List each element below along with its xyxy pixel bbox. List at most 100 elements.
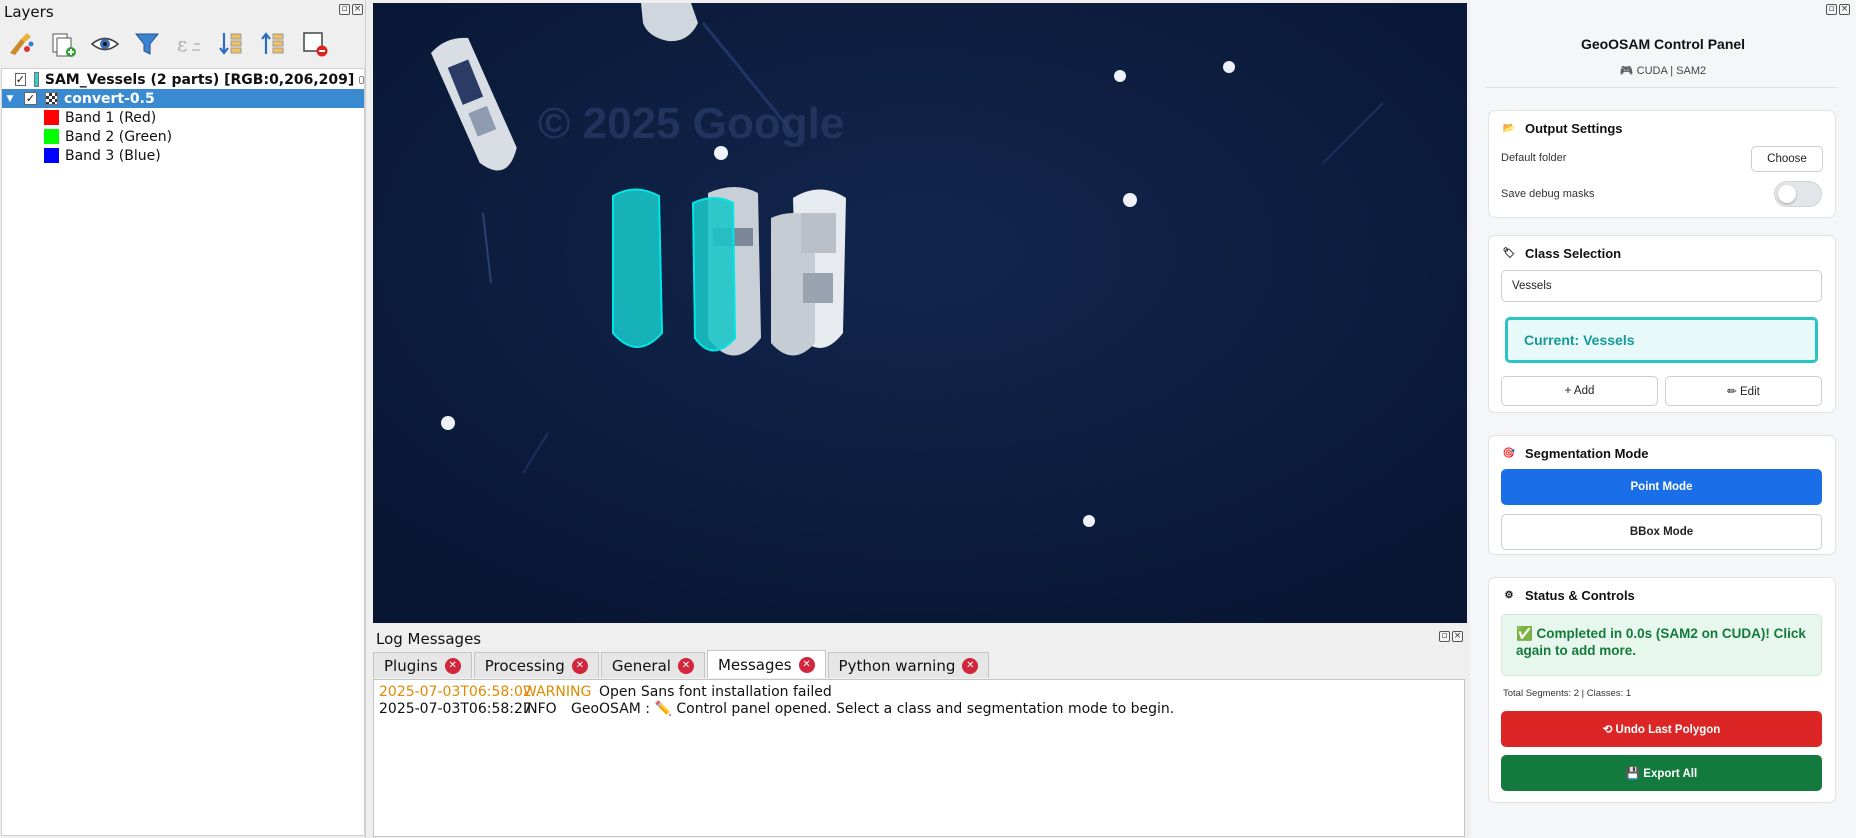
visibility-icon[interactable] [88, 27, 122, 61]
target-icon: 🎯 [1502, 448, 1516, 459]
log-level: INFO [523, 701, 557, 717]
layer-visibility-checkbox[interactable]: ✓ [14, 73, 26, 86]
log-dock-buttons: ▫ × [1439, 631, 1463, 642]
layers-dock-buttons: ▫ × [339, 4, 363, 15]
log-line: 2025-07-03T06:58:02 WARNING Open Sans fo… [379, 684, 1459, 701]
save-debug-masks-label: Save debug masks [1501, 188, 1595, 200]
export-all-button[interactable]: 💾 Export All [1501, 755, 1822, 791]
tab-plugins[interactable]: Plugins ✕ [373, 652, 472, 678]
log-messages-panel: Log Messages ▫ × Plugins ✕ Processing ✕ … [373, 627, 1467, 838]
status-message: ✅ Completed in 0.0s (SAM2 on CUDA)! Clic… [1501, 614, 1822, 676]
card-title: Segmentation Mode [1525, 446, 1649, 461]
tab-processing[interactable]: Processing ✕ [473, 652, 599, 678]
close-panel-icon[interactable]: × [1452, 631, 1463, 642]
map-canvas[interactable]: © 2025 Google [373, 3, 1467, 623]
close-tab-icon[interactable]: ✕ [571, 657, 588, 674]
close-panel-icon[interactable]: × [1839, 4, 1850, 15]
layers-toolbar: ε [4, 26, 332, 62]
add-group-icon[interactable] [46, 27, 80, 61]
segment-polygon[interactable] [612, 188, 664, 348]
segmentation-mode-heading: 🎯 Segmentation Mode [1503, 446, 1649, 461]
output-settings-heading: 📂 Output Settings [1503, 121, 1623, 136]
card-title: Status & Controls [1525, 588, 1635, 603]
expression-filter-icon: ε [172, 27, 206, 61]
style-manager-icon[interactable] [4, 27, 38, 61]
collapse-arrow-icon[interactable]: ▼ [4, 94, 16, 104]
layers-panel: Layers ▫ × ε ✓ SAM_Vessels (2 parts) [RG… [0, 0, 366, 838]
toggle-knob [1778, 185, 1796, 203]
layer-color-swatch [33, 72, 39, 87]
control-panel-title: GeoOSAM Control Panel [1580, 36, 1746, 52]
card-title: Output Settings [1525, 121, 1623, 136]
layer-item-convert[interactable]: ▼ ✓ convert-0.5 [2, 89, 364, 108]
segmentation-mode-card: 🎯 Segmentation Mode Point Mode BBox Mode [1488, 435, 1836, 555]
add-class-button[interactable]: + Add [1501, 376, 1658, 406]
layer-name: convert-0.5 [64, 90, 155, 107]
tab-label: Python warning [838, 656, 956, 675]
tab-messages[interactable]: Messages ✕ [706, 650, 826, 678]
remove-layer-icon[interactable] [298, 27, 332, 61]
ctrl-dock-buttons: ▫ × [1826, 4, 1850, 15]
save-debug-masks-toggle[interactable] [1774, 181, 1822, 207]
layer-tree: ✓ SAM_Vessels (2 parts) [RGB:0,206,209] … [1, 68, 365, 836]
satellite-imagery[interactable]: © 2025 Google [373, 3, 1467, 623]
imagery-watermark: © 2025 Google [538, 99, 844, 148]
tab-label: General [611, 656, 671, 675]
current-class-indicator: Current: Vessels [1505, 317, 1818, 363]
float-panel-icon[interactable]: ▫ [339, 4, 350, 15]
close-panel-icon[interactable]: × [352, 4, 363, 15]
geoosam-control-panel: ▫ × GeoOSAM Control Panel 🎮 CUDA | SAM2 … [1470, 0, 1856, 838]
point-mode-button[interactable]: Point Mode [1501, 469, 1822, 505]
bbox-mode-button[interactable]: BBox Mode [1501, 514, 1822, 550]
class-selection-heading: 🏷 Class Selection [1503, 246, 1621, 261]
close-tab-icon[interactable]: ✕ [444, 657, 461, 674]
tab-label: Messages [717, 655, 792, 674]
float-panel-icon[interactable]: ▫ [1439, 631, 1450, 642]
choose-folder-button[interactable]: Choose [1751, 146, 1823, 172]
band-name: Band 1 (Red) [65, 109, 157, 126]
tab-python-warning[interactable]: Python warning ✕ [827, 652, 990, 678]
band-item-red: Band 1 (Red) [2, 108, 364, 127]
class-dropdown[interactable]: Vessels [1501, 270, 1822, 302]
band-name: Band 3 (Blue) [65, 147, 161, 164]
log-text: GeoOSAM : ✏️ Control panel opened. Selec… [571, 701, 1175, 717]
filter-icon[interactable] [130, 27, 164, 61]
device-info: 🎮 CUDA | SAM2 [1619, 65, 1707, 77]
log-timestamp: 2025-07-03T06:58:27 [379, 701, 532, 717]
output-settings-card: 📂 Output Settings Default folder Choose … [1488, 110, 1836, 218]
log-panel-title: Log Messages [376, 630, 482, 648]
log-text-area[interactable]: 2025-07-03T06:58:02 WARNING Open Sans fo… [373, 679, 1465, 837]
layer-visibility-checkbox[interactable]: ✓ [24, 92, 37, 105]
header-divider [1486, 87, 1838, 88]
raster-layer-icon [45, 92, 58, 105]
log-line: 2025-07-03T06:58:27 INFO GeoOSAM : ✏️ Co… [379, 701, 1459, 718]
layer-name: SAM_Vessels (2 parts) [RGB:0,206,209] [44, 71, 355, 88]
band-name: Band 2 (Green) [65, 128, 173, 145]
band-color-swatch [44, 148, 59, 163]
collapse-all-icon[interactable] [256, 27, 290, 61]
segment-polygon[interactable] [691, 197, 737, 352]
expand-all-icon[interactable] [214, 27, 248, 61]
band-color-swatch [44, 129, 59, 144]
float-panel-icon[interactable]: ▫ [1826, 4, 1837, 15]
layer-item-sam-vessels[interactable]: ✓ SAM_Vessels (2 parts) [RGB:0,206,209] [2, 70, 364, 89]
tag-icon: 🏷 [1502, 248, 1516, 259]
class-selection-card: 🏷 Class Selection Vessels Current: Vesse… [1488, 235, 1836, 413]
tab-general[interactable]: General ✕ [600, 652, 705, 678]
close-tab-icon[interactable]: ✕ [677, 657, 694, 674]
log-text: Open Sans font installation failed [599, 684, 832, 700]
status-controls-heading: ⚙ Status & Controls [1503, 588, 1635, 603]
close-tab-icon[interactable]: ✕ [798, 656, 815, 673]
segment-totals: Total Segments: 2 | Classes: 1 [1503, 688, 1632, 699]
close-tab-icon[interactable]: ✕ [962, 657, 979, 674]
band-item-blue: Band 3 (Blue) [2, 146, 364, 165]
log-level: WARNING [523, 684, 592, 700]
status-controls-card: ⚙ Status & Controls ✅ Completed in 0.0s … [1488, 577, 1836, 803]
card-title: Class Selection [1525, 246, 1622, 261]
undo-last-polygon-button[interactable]: ⟲ Undo Last Polygon [1501, 711, 1822, 747]
edit-class-button[interactable]: ✏ Edit [1665, 376, 1822, 406]
band-item-green: Band 2 (Green) [2, 127, 364, 146]
gear-icon: ⚙ [1504, 590, 1514, 601]
layers-panel-title: Layers [4, 3, 54, 21]
log-tabs: Plugins ✕ Processing ✕ General ✕ Message… [373, 650, 991, 678]
